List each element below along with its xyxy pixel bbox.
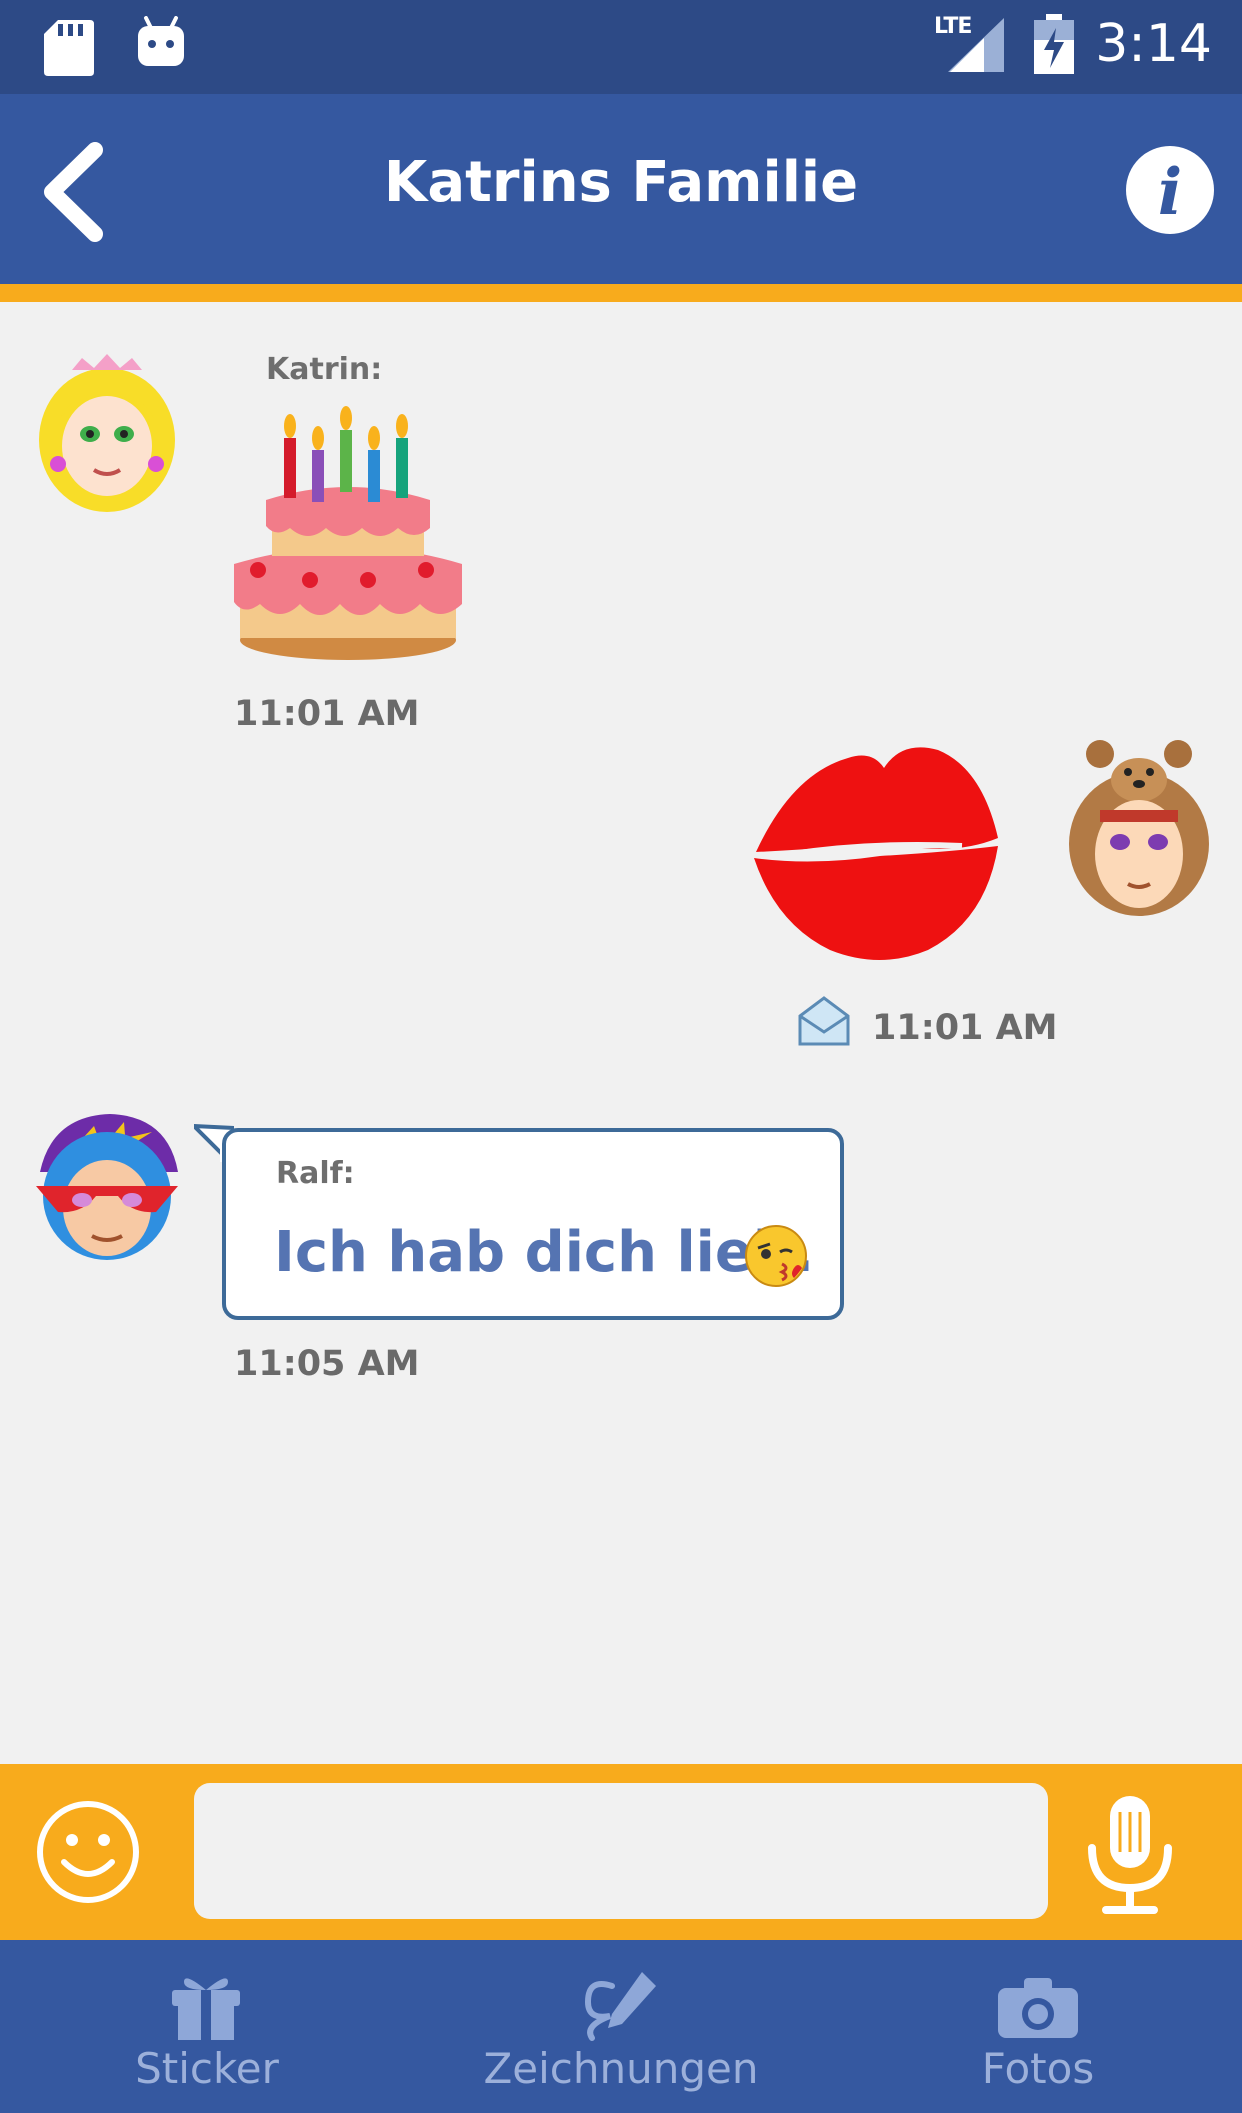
nav-zeichnungen-label: Zeichnungen xyxy=(483,2044,759,2093)
kiss-lips-sticker[interactable] xyxy=(752,734,1002,966)
envelope-status-icon xyxy=(798,996,850,1046)
birthday-cake-sticker[interactable] xyxy=(230,404,466,664)
info-icon: i xyxy=(1158,155,1182,230)
bottom-nav: Sticker Zeichnungen Fotos xyxy=(0,1940,1242,2113)
message-timestamp: 11:01 AM xyxy=(234,694,420,734)
header-accent-bar xyxy=(0,284,1242,302)
message-sender: Katrin: xyxy=(266,352,383,387)
kiss-face-emoji-icon xyxy=(745,1225,807,1287)
gift-icon xyxy=(172,1978,240,2040)
status-bar: LTE 3:14 xyxy=(0,0,1242,94)
avatar-user[interactable] xyxy=(1066,738,1212,916)
message-sender: Ralf: xyxy=(276,1156,355,1191)
signal-icon xyxy=(948,18,1004,72)
nav-fotos-label: Fotos xyxy=(981,2044,1095,2093)
message-bubble[interactable]: Ralf: Ich hab dich lieb. xyxy=(222,1128,844,1320)
microphone-button[interactable] xyxy=(1084,1792,1176,1916)
smiley-icon xyxy=(37,1801,139,1903)
chat-title: Katrins Familie xyxy=(383,150,859,215)
battery-icon xyxy=(1034,14,1074,74)
message-timestamp: 11:01 AM xyxy=(872,1008,1058,1048)
nav-zeichnungen[interactable]: Zeichnungen xyxy=(460,1940,782,2113)
emoji-button[interactable] xyxy=(36,1800,140,1904)
message-input[interactable] xyxy=(194,1783,1048,1919)
nav-sticker[interactable]: Sticker xyxy=(80,1940,334,2113)
input-bar xyxy=(0,1764,1242,1940)
avatar-katrin[interactable] xyxy=(32,352,182,512)
message-text: Ich hab dich lieb. xyxy=(274,1220,815,1285)
info-button[interactable]: i xyxy=(1126,146,1214,234)
app-header: Katrins Familie i xyxy=(0,94,1242,284)
clock: 3:14 xyxy=(1095,14,1212,74)
camera-icon xyxy=(998,1978,1078,2038)
sd-card-icon xyxy=(44,20,94,76)
pen-icon xyxy=(584,1972,656,2041)
android-debug-icon xyxy=(138,16,184,66)
nav-fotos[interactable]: Fotos xyxy=(928,1940,1148,2113)
nav-sticker-label: Sticker xyxy=(135,2044,279,2093)
message-timestamp: 11:05 AM xyxy=(234,1344,420,1384)
avatar-ralf[interactable] xyxy=(32,1112,182,1260)
